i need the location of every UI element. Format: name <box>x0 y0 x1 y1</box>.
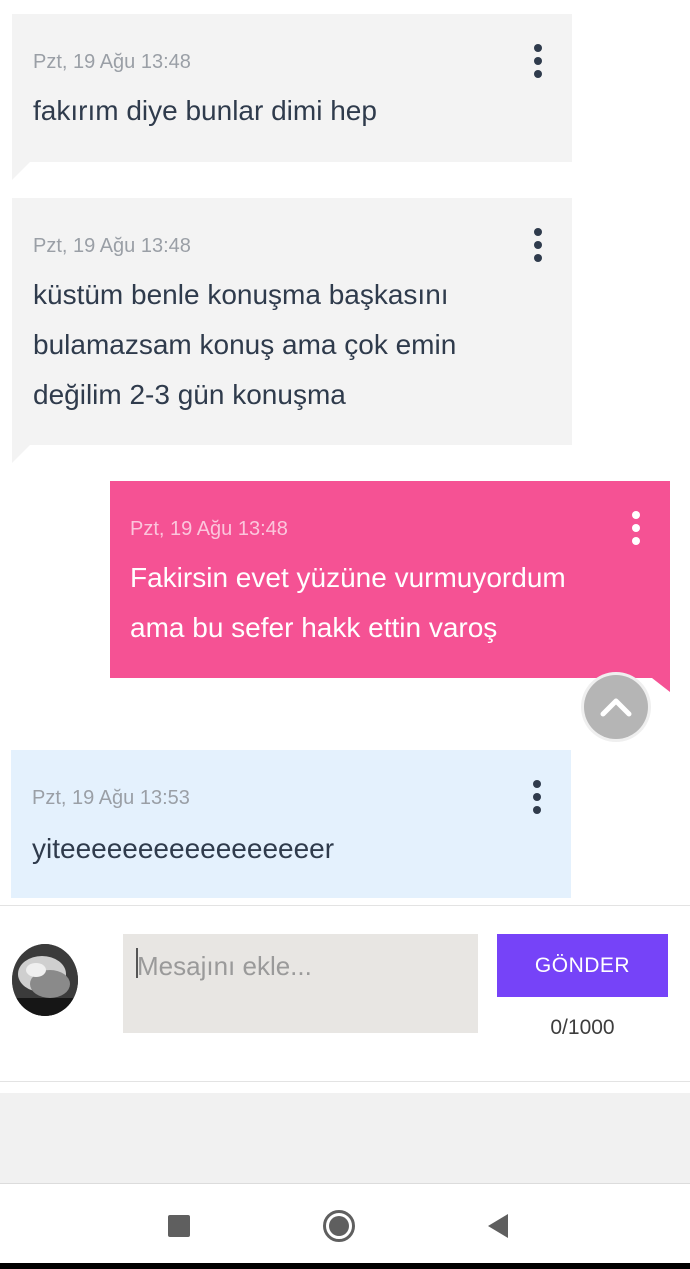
chevron-up-icon <box>600 698 632 717</box>
avatar-image <box>12 944 78 1016</box>
message-bubble-incoming: Pzt, 19 Ağu 13:53 yiteeeeeeeeeeeeeeeeer <box>11 750 571 898</box>
send-button[interactable]: GÖNDER <box>497 934 668 997</box>
more-vertical-icon[interactable] <box>628 511 644 545</box>
message-text: yiteeeeeeeeeeeeeeeeer <box>32 833 335 864</box>
message-timestamp: Pzt, 19 Ağu 13:48 <box>130 518 288 540</box>
message-text: fakırım diye bunlar dimi hep <box>33 95 377 126</box>
character-counter: 0/1000 <box>550 1016 615 1039</box>
message-input[interactable] <box>123 934 478 1033</box>
message-text: küstüm benle konuşma başkasını bulamazsa… <box>33 279 457 410</box>
message-bubble-incoming: Pzt, 19 Ağu 13:48 küstüm benle konuşma b… <box>12 198 572 445</box>
nav-home-button[interactable] <box>319 1206 359 1246</box>
bubble-tail <box>12 445 30 463</box>
message-composer: GÖNDER 0/1000 <box>0 905 690 1082</box>
message-timestamp: Pzt, 19 Ağu 13:48 <box>33 235 191 257</box>
message-text: Fakirsin evet yüzüne vurmuyordum ama bu … <box>130 562 566 643</box>
more-vertical-icon[interactable] <box>529 780 545 814</box>
message-bubble-outgoing: Pzt, 19 Ağu 13:48 Fakirsin evet yüzüne v… <box>110 481 670 678</box>
bubble-tail <box>12 162 30 180</box>
avatar <box>12 944 78 1016</box>
nav-recents-button[interactable] <box>159 1206 199 1246</box>
message-timestamp: Pzt, 19 Ağu 13:53 <box>32 787 190 809</box>
text-cursor <box>136 948 138 978</box>
more-vertical-icon[interactable] <box>530 228 546 262</box>
bubble-tail <box>652 678 670 692</box>
circle-icon <box>323 1210 355 1242</box>
square-icon <box>168 1215 190 1237</box>
scroll-to-top-button[interactable] <box>584 675 648 739</box>
screen-edge <box>0 1263 690 1269</box>
triangle-back-icon <box>488 1214 508 1238</box>
footer-spacer <box>0 1093 690 1183</box>
message-timestamp: Pzt, 19 Ağu 13:48 <box>33 51 191 73</box>
nav-back-button[interactable] <box>478 1206 518 1246</box>
message-bubble-incoming: Pzt, 19 Ağu 13:48 fakırım diye bunlar di… <box>12 14 572 162</box>
more-vertical-icon[interactable] <box>530 44 546 78</box>
system-navigation-bar <box>0 1183 690 1263</box>
